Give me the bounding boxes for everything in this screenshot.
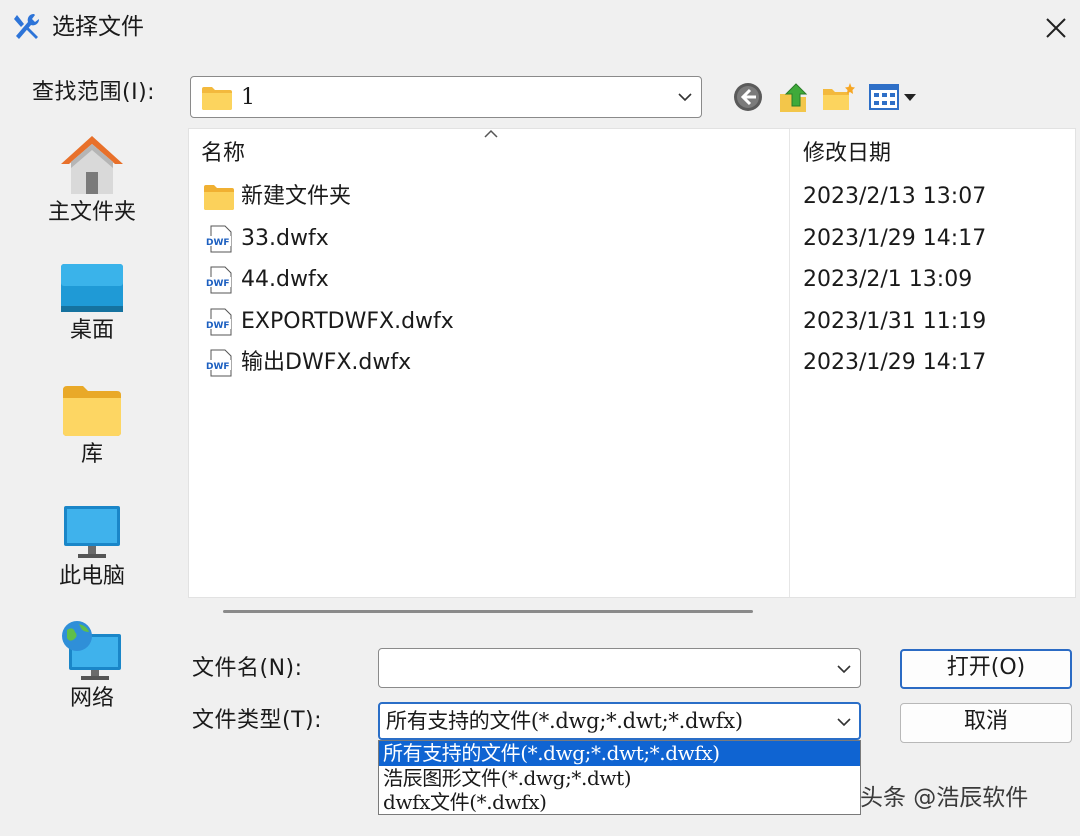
file-date: 2023/2/13 13:07 [803,184,987,209]
chevron-down-icon[interactable] [834,659,854,679]
lookin-value: 1 [241,85,255,110]
filetype-option[interactable]: 浩辰图形文件(*.dwg;*.dwt) [379,766,860,791]
open-button[interactable]: 打开(O) [900,649,1072,689]
new-folder-icon[interactable] [822,81,856,113]
filetype-option-selected[interactable]: 所有支持的文件(*.dwg;*.dwt;*.dwfx) [379,741,860,766]
place-computer[interactable]: 此电脑 [17,504,167,592]
file-row[interactable]: DWF 输出DWFX.dwfx 2023/1/29 14:17 [189,343,1075,384]
svg-text:DWF: DWF [206,362,230,372]
lookin-combo[interactable]: 1 [190,76,702,118]
file-row[interactable]: DWF EXPORTDWFX.dwfx 2023/1/31 11:19 [189,302,1075,343]
file-name: 33.dwfx [241,226,329,251]
desktop-icon [61,264,123,312]
file-row[interactable]: DWF 44.dwfx 2023/2/1 13:09 [189,260,1075,301]
file-name: 新建文件夹 [241,184,352,209]
back-icon[interactable] [732,81,764,113]
file-date: 2023/1/29 14:17 [803,226,987,251]
place-label: 此电脑 [58,564,125,589]
file-list[interactable]: 名称 修改日期 新建文件夹 2023/2/13 13:07 DWF 33.dwf… [188,128,1076,598]
filetype-option[interactable]: dwfx文件(*.dwfx) [379,790,860,815]
column-header-name[interactable]: 名称 [201,139,245,169]
place-label: 主文件夹 [47,200,136,225]
filename-input[interactable] [378,648,861,688]
title-bar: 选择文件 [0,0,1080,56]
file-name: EXPORTDWFX.dwfx [241,309,454,334]
dwfx-file-icon: DWF [205,349,232,377]
dwfx-file-icon: DWF [205,225,232,253]
filetype-label: 文件类型(T): [192,708,323,733]
view-menu-button[interactable] [868,82,920,112]
computer-icon [64,506,120,558]
filename-label: 文件名(N): [192,656,303,681]
file-name: 输出DWFX.dwfx [241,350,412,375]
place-home[interactable]: 主文件夹 [17,134,167,228]
place-network[interactable]: 网络 [17,620,167,714]
chevron-down-icon[interactable] [834,712,854,732]
file-row[interactable]: DWF 33.dwfx 2023/1/29 14:17 [189,219,1075,260]
filetype-dropdown[interactable]: 所有支持的文件(*.dwg;*.dwt;*.dwfx) 浩辰图形文件(*.dwg… [378,740,861,815]
close-icon[interactable] [1040,12,1072,44]
svg-text:DWF: DWF [206,238,230,248]
file-date: 2023/2/1 13:09 [803,267,973,292]
filetype-value: 所有支持的文件(*.dwg;*.dwt;*.dwfx) [386,709,743,733]
svg-text:DWF: DWF [206,321,230,331]
window-title: 选择文件 [52,14,144,40]
place-desktop[interactable]: 桌面 [17,262,167,346]
library-folder-icon [63,386,121,436]
horizontal-scrollbar[interactable] [223,610,753,613]
file-row-folder[interactable]: 新建文件夹 2023/2/13 13:07 [189,177,1075,218]
tools-icon [14,13,40,39]
place-label: 桌面 [69,318,114,343]
cancel-button[interactable]: 取消 [900,703,1072,743]
folder-icon [204,185,234,210]
column-header-date[interactable]: 修改日期 [803,139,891,169]
place-library[interactable]: 库 [17,384,167,470]
view-grid-icon [869,84,916,110]
place-label: 库 [80,442,103,467]
svg-text:DWF: DWF [206,279,230,289]
file-date: 2023/1/31 11:19 [803,309,987,334]
file-date: 2023/1/29 14:17 [803,350,987,375]
home-icon [61,136,123,194]
filetype-select[interactable]: 所有支持的文件(*.dwg;*.dwt;*.dwfx) [378,702,861,740]
up-folder-icon[interactable] [778,80,810,114]
file-name: 44.dwfx [241,267,329,292]
chevron-down-icon[interactable] [675,87,695,107]
dwfx-file-icon: DWF [205,308,232,336]
watermark-text: 头条 @浩辰软件 [860,785,1029,811]
lookin-label: 查找范围(I): [32,80,156,105]
dwfx-file-icon: DWF [205,266,232,294]
network-icon [62,621,121,680]
folder-icon [202,87,232,110]
place-label: 网络 [69,686,114,711]
sort-ascending-icon [484,129,498,138]
